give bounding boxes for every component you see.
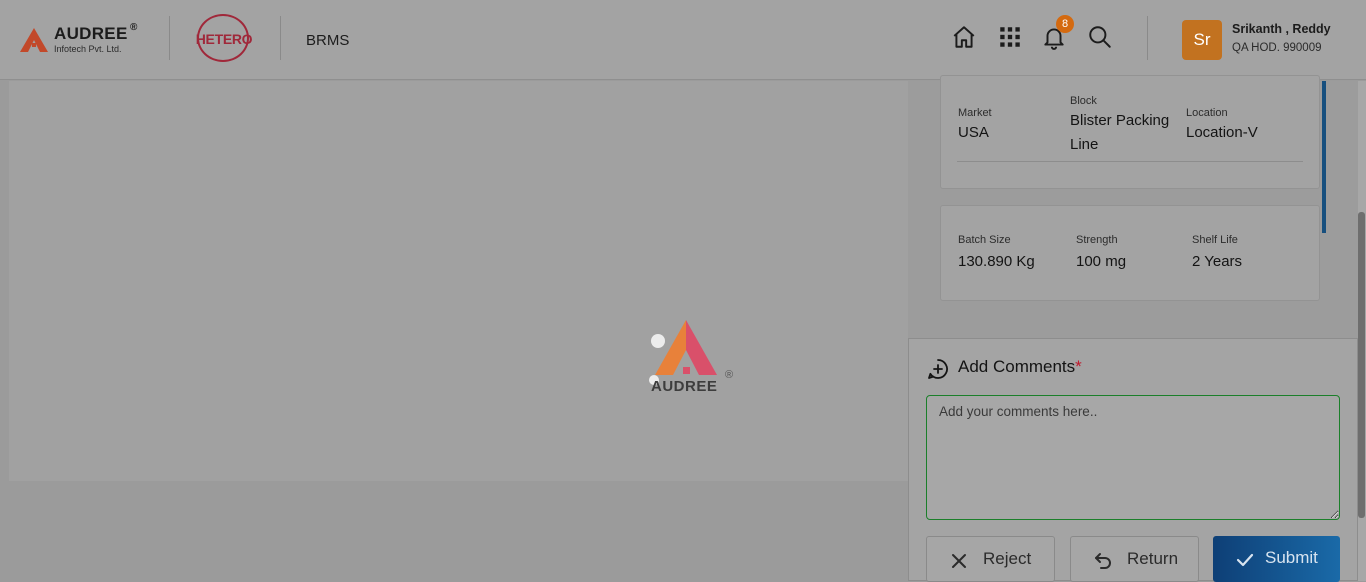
notification-count-badge: 8 bbox=[1056, 15, 1074, 33]
batch-size-label: Batch Size bbox=[958, 234, 1011, 246]
location-value: Location-V bbox=[1186, 124, 1258, 141]
card-divider bbox=[957, 161, 1303, 162]
comments-panel: Add Comments* Reject Return Submit bbox=[908, 338, 1358, 582]
header-divider bbox=[280, 16, 281, 60]
market-label: Market bbox=[958, 107, 992, 119]
loading-spinner: AUDREE ® bbox=[645, 317, 741, 397]
return-button-label: Return bbox=[1127, 549, 1179, 568]
comments-title: Add Comments* bbox=[958, 357, 1082, 377]
document-viewer: AUDREE ® bbox=[9, 81, 908, 481]
user-avatar[interactable]: Sr bbox=[1182, 20, 1222, 60]
app-name: BRMS bbox=[306, 32, 350, 49]
batch-size-value: 130.890 Kg bbox=[958, 253, 1035, 270]
undo-arrow-icon bbox=[1095, 553, 1111, 569]
shelf-life-value: 2 Years bbox=[1192, 253, 1243, 270]
shelf-life-label: Shelf Life bbox=[1192, 234, 1238, 246]
user-role: QA HOD. 990009 bbox=[1232, 42, 1322, 54]
details-panel: Market USA Block Blister Packing Line Lo… bbox=[908, 75, 1358, 338]
loader-brand-text: AUDREE bbox=[651, 378, 718, 395]
market-value: USA bbox=[958, 124, 989, 141]
details-card-batch: Batch Size 130.890 Kg Strength 100 mg Sh… bbox=[940, 205, 1320, 301]
check-icon bbox=[1236, 553, 1254, 567]
panel-accent-bar bbox=[1322, 81, 1326, 233]
home-icon[interactable] bbox=[951, 24, 977, 50]
strength-label: Strength bbox=[1076, 234, 1118, 246]
audree-logo-mark-icon bbox=[20, 28, 48, 52]
block-label: Block bbox=[1070, 95, 1097, 107]
brand-subtitle: Infotech Pvt. Ltd. bbox=[54, 44, 122, 54]
location-label: Location bbox=[1186, 107, 1228, 119]
apps-grid-icon[interactable] bbox=[997, 24, 1023, 50]
hetero-logo-text: HETERO bbox=[195, 31, 253, 47]
block-value: Blister Packing Line bbox=[1070, 112, 1170, 153]
reject-button-label: Reject bbox=[983, 549, 1032, 568]
add-comment-icon bbox=[928, 359, 948, 379]
search-icon[interactable] bbox=[1087, 24, 1113, 50]
hetero-logo: HETERO bbox=[194, 14, 256, 66]
top-header: AUDREE ® Infotech Pvt. Ltd. HETERO BRMS … bbox=[0, 0, 1366, 80]
close-icon bbox=[952, 554, 966, 568]
required-asterisk: * bbox=[1075, 357, 1082, 376]
header-divider bbox=[1147, 16, 1148, 60]
brand-registered-mark: ® bbox=[130, 22, 138, 33]
details-card-location: Market USA Block Blister Packing Line Lo… bbox=[940, 75, 1320, 189]
audree-logo[interactable]: AUDREE ® Infotech Pvt. Ltd. bbox=[20, 22, 150, 58]
user-name[interactable]: Srikanth , Reddy bbox=[1232, 22, 1331, 36]
return-button[interactable]: Return bbox=[1070, 536, 1199, 582]
submit-button[interactable]: Submit bbox=[1213, 536, 1340, 582]
comments-title-text: Add Comments bbox=[958, 357, 1076, 376]
reject-button[interactable]: Reject bbox=[926, 536, 1055, 582]
scrollbar-thumb[interactable] bbox=[1358, 212, 1365, 518]
comments-textarea[interactable] bbox=[926, 395, 1340, 520]
header-divider bbox=[169, 16, 170, 60]
brand-name: AUDREE bbox=[54, 24, 128, 43]
strength-value: 100 mg bbox=[1076, 253, 1127, 270]
loader-registered-mark: ® bbox=[725, 369, 734, 381]
submit-button-label: Submit bbox=[1265, 548, 1318, 567]
